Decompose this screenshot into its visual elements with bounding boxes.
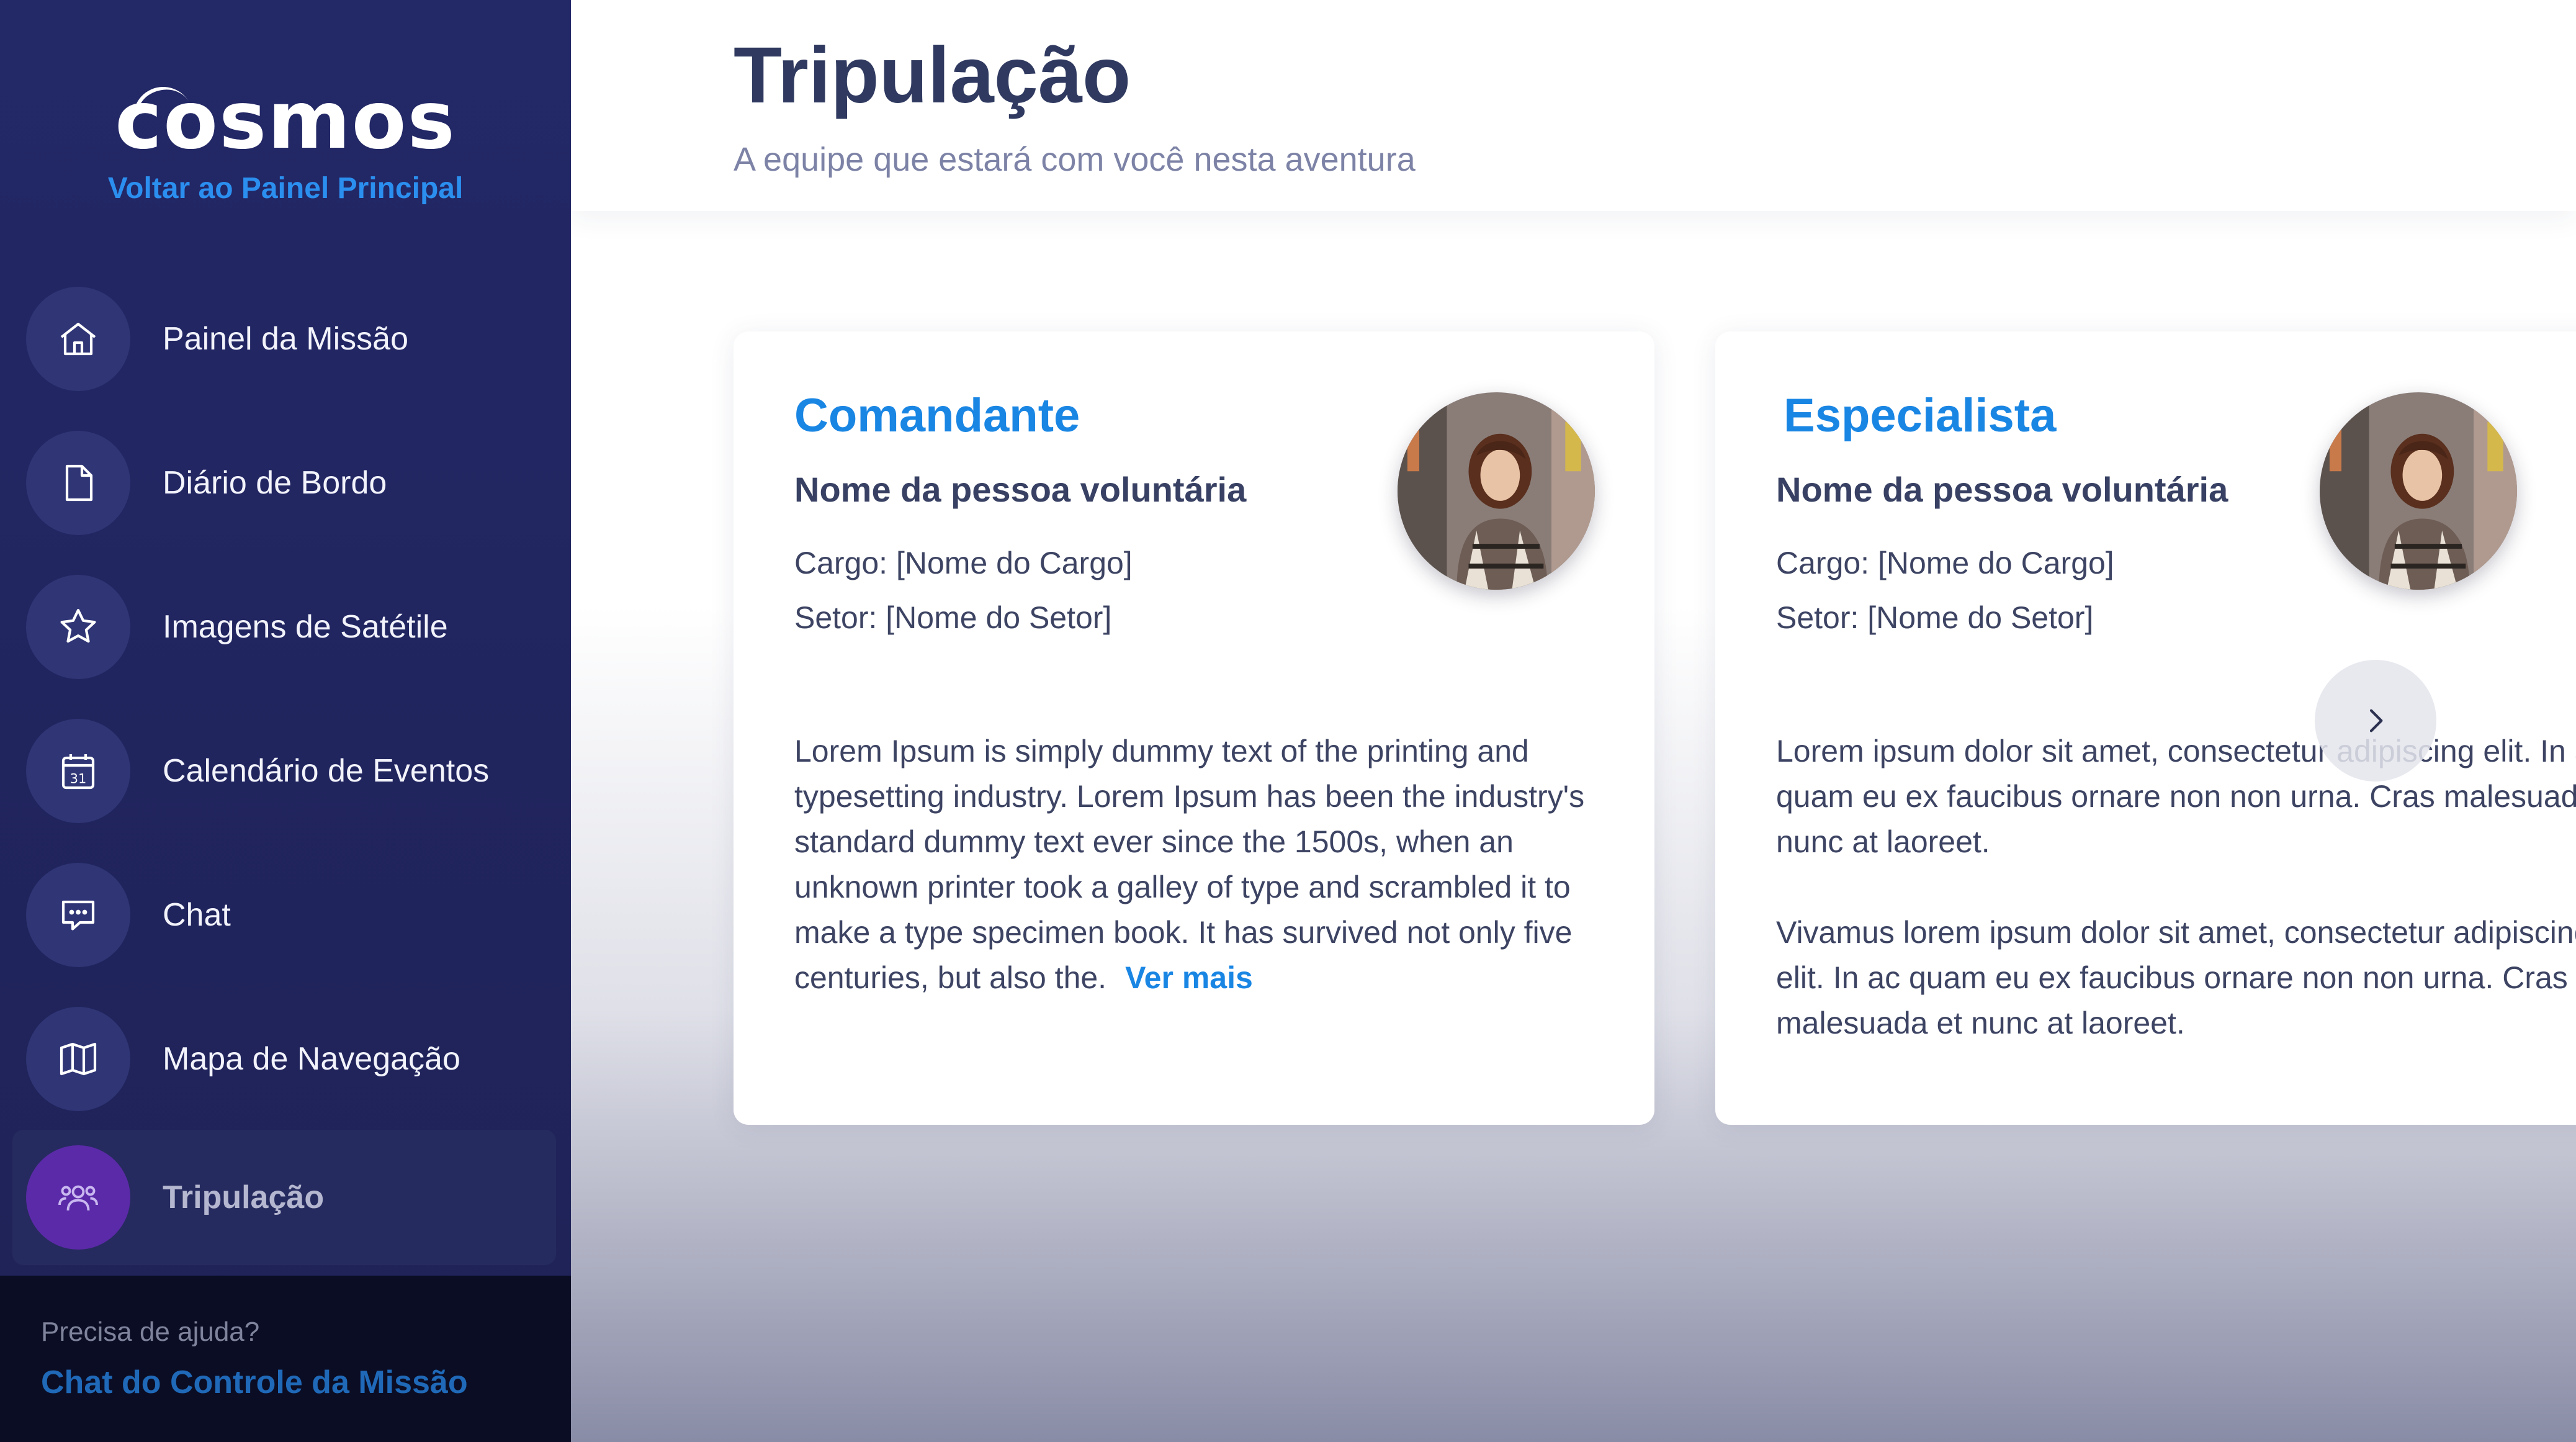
crew-card-comandante: Comandante Nome da pessoa voluntária Car… — [734, 331, 1654, 1125]
back-to-main-panel-link[interactable]: Voltar ao Painel Principal — [0, 171, 571, 205]
sidebar-item-mapa-de-navegacao[interactable]: Mapa de Navegação — [12, 993, 556, 1125]
crew-bio-paragraph: Lorem ipsum dolor sit amet, consectetur … — [1776, 734, 2576, 859]
sidebar-item-label: Tripulação — [163, 1179, 325, 1215]
crew-name: Nome da pessoa voluntária — [1776, 470, 2228, 509]
sidebar-item-label: Calendário de Eventos — [163, 753, 490, 789]
page-title: Tripulação — [734, 31, 1131, 120]
crew-bio-paragraph: Vivamus lorem ipsum dolor sit amet, cons… — [1776, 915, 2576, 1040]
crew-bio: Lorem Ipsum is simply dummy text of the … — [794, 729, 1613, 1001]
calendar-icon: 31 — [26, 719, 130, 823]
mission-control-chat-link[interactable]: Chat do Controle da Missão — [41, 1364, 468, 1401]
document-icon — [26, 431, 130, 535]
crew-name: Nome da pessoa voluntária — [794, 470, 1247, 509]
crew-role: Comandante — [794, 389, 1080, 442]
crew-cargo: Cargo: [Nome do Cargo] — [794, 546, 1133, 580]
users-icon — [26, 1145, 130, 1250]
sidebar-item-label: Chat — [163, 897, 231, 933]
sidebar-item-label: Mapa de Navegação — [163, 1041, 460, 1077]
crew-cargo: Cargo: [Nome do Cargo] — [1776, 546, 2114, 580]
avatar — [2320, 392, 2517, 590]
carousel-next-button[interactable] — [2315, 660, 2436, 782]
sidebar-item-diario-de-bordo[interactable]: Diário de Bordo — [12, 417, 556, 549]
help-question: Precisa de ajuda? — [41, 1317, 260, 1347]
crew-bio-text: Lorem Ipsum is simply dummy text of the … — [794, 734, 1585, 995]
svg-text:31: 31 — [70, 772, 87, 786]
chevron-right-icon — [2369, 709, 2383, 732]
crew-setor: Setor: [Nome do Setor] — [794, 600, 1112, 635]
chat-icon — [26, 863, 130, 967]
crew-card-especialista: Especialista Nome da pessoa voluntária C… — [1715, 331, 2576, 1125]
crew-role: Especialista — [1784, 389, 2057, 442]
main-content: Tripulação A equipe que estará com você … — [571, 0, 2576, 1442]
crew-setor: Setor: [Nome do Setor] — [1776, 600, 2094, 635]
sidebar: cosmos Voltar ao Painel Principal Painel… — [0, 0, 571, 1442]
sidebar-item-chat[interactable]: Chat — [12, 849, 556, 981]
sidebar-item-calendario-de-eventos[interactable]: 31 Calendário de Eventos — [12, 705, 556, 837]
star-icon — [26, 575, 130, 679]
map-icon — [26, 1007, 130, 1111]
sidebar-item-tripulacao[interactable]: Tripulação — [12, 1130, 556, 1265]
sidebar-item-label: Imagens de Satétile — [163, 609, 448, 645]
sidebar-item-imagens-de-satelite[interactable]: Imagens de Satétile — [12, 561, 556, 693]
sidebar-item-label: Diário de Bordo — [163, 465, 387, 501]
see-more-link[interactable]: Ver mais — [1125, 960, 1253, 995]
crew-bio: Lorem ipsum dolor sit amet, consectetur … — [1776, 729, 2576, 1046]
home-icon — [26, 287, 130, 391]
page-header: Tripulação A equipe que estará com você … — [571, 0, 2576, 211]
avatar — [1398, 392, 1595, 590]
cosmos-logo[interactable]: cosmos — [0, 74, 571, 167]
page-subtitle: A equipe que estará com você nesta avent… — [734, 141, 1416, 178]
help-section: Precisa de ajuda? Chat do Controle da Mi… — [0, 1276, 571, 1442]
sidebar-item-painel-da-missao[interactable]: Painel da Missão — [12, 273, 556, 405]
sidebar-item-label: Painel da Missão — [163, 321, 408, 357]
